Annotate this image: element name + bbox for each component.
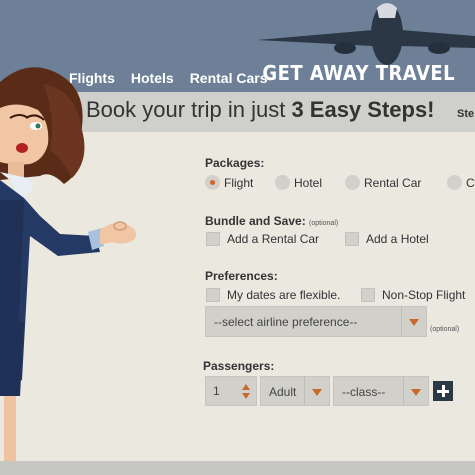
package-flight-label: Flight: [224, 175, 254, 190]
package-flight-radio[interactable]: Flight: [205, 175, 253, 190]
bundle-optional: (optional): [309, 220, 339, 227]
passenger-class-value: --class--: [342, 385, 386, 399]
chevron-down-icon: [401, 307, 426, 336]
chevron-down-icon: [403, 377, 428, 405]
checkbox-icon: [206, 288, 220, 302]
package-hotel-label: Hotel: [294, 175, 323, 190]
brand-logo[interactable]: GET AWAY TRAVEL: [262, 61, 455, 85]
checkbox-icon: [206, 232, 220, 246]
package-hotel-radio[interactable]: Hotel: [275, 175, 322, 190]
non-stop-checkbox[interactable]: Non-Stop Flight: [361, 288, 465, 302]
stepper-down-icon[interactable]: [242, 393, 250, 399]
package-rental-car-radio[interactable]: Rental Car: [345, 175, 421, 190]
package-cut-radio[interactable]: C: [447, 175, 475, 190]
checkbox-icon: [361, 288, 375, 302]
package-cut-label: C: [466, 175, 475, 190]
flexible-dates-label: My dates are flexible.: [227, 288, 341, 302]
add-hotel-checkbox[interactable]: Add a Hotel: [345, 232, 429, 246]
non-stop-label: Non-Stop Flight: [382, 288, 466, 302]
packages-title: Packages:: [205, 156, 265, 170]
airline-optional-note: (optional): [430, 326, 460, 333]
add-passenger-plus-icon[interactable]: [433, 381, 453, 401]
add-rental-car-label: Add a Rental Car: [227, 232, 320, 246]
banner-steps-link[interactable]: Ste: [457, 108, 474, 120]
airplane-illustration: [257, 3, 475, 65]
flexible-dates-checkbox[interactable]: My dates are flexible.: [206, 288, 340, 302]
package-rental-car-label: Rental Car: [364, 175, 422, 190]
footer-bar: [0, 461, 475, 475]
passenger-count-value: 1: [213, 384, 220, 398]
add-rental-car-checkbox[interactable]: Add a Rental Car: [206, 232, 319, 246]
chevron-down-icon: [304, 377, 329, 405]
add-hotel-label: Add a Hotel: [366, 232, 429, 246]
preferences-title: Preferences:: [205, 269, 278, 283]
radio-icon: [275, 175, 290, 190]
banner-emphasis: 3 Easy Steps!: [291, 97, 435, 122]
radio-icon: [447, 175, 462, 190]
passengers-title: Passengers:: [203, 359, 275, 373]
bundle-title-text: Bundle and Save:: [205, 214, 306, 228]
agent-character-illustration: [0, 67, 137, 475]
bundle-title: Bundle and Save: (optional): [205, 214, 338, 228]
nav-rental-cars[interactable]: Rental Cars: [190, 70, 268, 86]
radio-selected-icon: [205, 175, 220, 190]
passenger-count-stepper[interactable]: 1: [205, 376, 257, 406]
checkbox-icon: [345, 232, 359, 246]
radio-icon: [345, 175, 360, 190]
passenger-class-select[interactable]: --class--: [333, 376, 429, 406]
passenger-type-select[interactable]: Adult: [260, 376, 330, 406]
airline-preference-select[interactable]: --select airline preference--: [205, 306, 427, 337]
stepper-up-icon[interactable]: [242, 384, 250, 390]
passenger-type-value: Adult: [269, 385, 297, 399]
airline-preference-value: --select airline preference--: [214, 315, 358, 329]
